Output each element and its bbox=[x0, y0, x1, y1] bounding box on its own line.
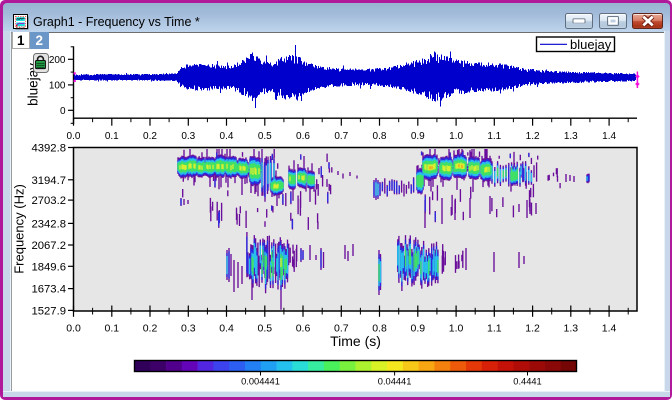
svg-text:4392.8: 4392.8 bbox=[31, 143, 66, 155]
svg-text:bluejay: bluejay bbox=[570, 37, 612, 52]
svg-text:0.8: 0.8 bbox=[373, 131, 387, 142]
svg-text:0: 0 bbox=[60, 106, 66, 117]
svg-text:1.2: 1.2 bbox=[526, 131, 540, 142]
svg-text:0.9: 0.9 bbox=[410, 322, 425, 334]
svg-text:0.6: 0.6 bbox=[296, 131, 310, 142]
svg-text:0.1: 0.1 bbox=[105, 131, 119, 142]
svg-text:0.004441: 0.004441 bbox=[241, 377, 280, 387]
svg-text:100: 100 bbox=[49, 81, 66, 92]
svg-text:2703.2: 2703.2 bbox=[31, 195, 66, 207]
svg-text:Time (s): Time (s) bbox=[330, 333, 381, 349]
svg-text:2342.8: 2342.8 bbox=[31, 218, 66, 230]
svg-text:3194.7: 3194.7 bbox=[31, 175, 66, 187]
svg-text:0.04441: 0.04441 bbox=[378, 377, 412, 387]
svg-text:0.6: 0.6 bbox=[296, 322, 311, 334]
svg-text:0.5: 0.5 bbox=[258, 131, 272, 142]
svg-text:0.9: 0.9 bbox=[411, 131, 425, 142]
svg-text:0.1: 0.1 bbox=[104, 322, 119, 334]
svg-text:200: 200 bbox=[49, 55, 66, 66]
svg-text:0.2: 0.2 bbox=[143, 322, 158, 334]
svg-text:0.0: 0.0 bbox=[66, 322, 81, 334]
svg-text:1849.6: 1849.6 bbox=[31, 261, 66, 273]
svg-text:0.2: 0.2 bbox=[143, 131, 157, 142]
svg-text:0.4: 0.4 bbox=[219, 322, 234, 334]
svg-text:1.1: 1.1 bbox=[487, 131, 501, 142]
svg-text:0.5: 0.5 bbox=[257, 322, 272, 334]
svg-text:1.0: 1.0 bbox=[449, 322, 464, 334]
svg-text:1527.9: 1527.9 bbox=[31, 305, 66, 317]
svg-text:Frequency (Hz): Frequency (Hz) bbox=[12, 184, 27, 274]
svg-text:0.0: 0.0 bbox=[67, 131, 81, 142]
svg-text:2067.2: 2067.2 bbox=[31, 240, 66, 252]
svg-text:1.0: 1.0 bbox=[449, 131, 463, 142]
svg-text:0.4441: 0.4441 bbox=[513, 377, 541, 387]
svg-text:0.3: 0.3 bbox=[181, 322, 196, 334]
svg-text:1.3: 1.3 bbox=[563, 322, 578, 334]
svg-text:0.7: 0.7 bbox=[334, 131, 348, 142]
svg-text:1673.4: 1673.4 bbox=[31, 284, 66, 296]
svg-text:1.1: 1.1 bbox=[487, 322, 502, 334]
svg-text:1.3: 1.3 bbox=[564, 131, 578, 142]
svg-text:0.3: 0.3 bbox=[181, 131, 195, 142]
svg-text:0.4: 0.4 bbox=[220, 131, 234, 142]
svg-text:1.2: 1.2 bbox=[525, 322, 540, 334]
svg-text:1.4: 1.4 bbox=[602, 131, 616, 142]
svg-text:1.4: 1.4 bbox=[602, 322, 617, 334]
